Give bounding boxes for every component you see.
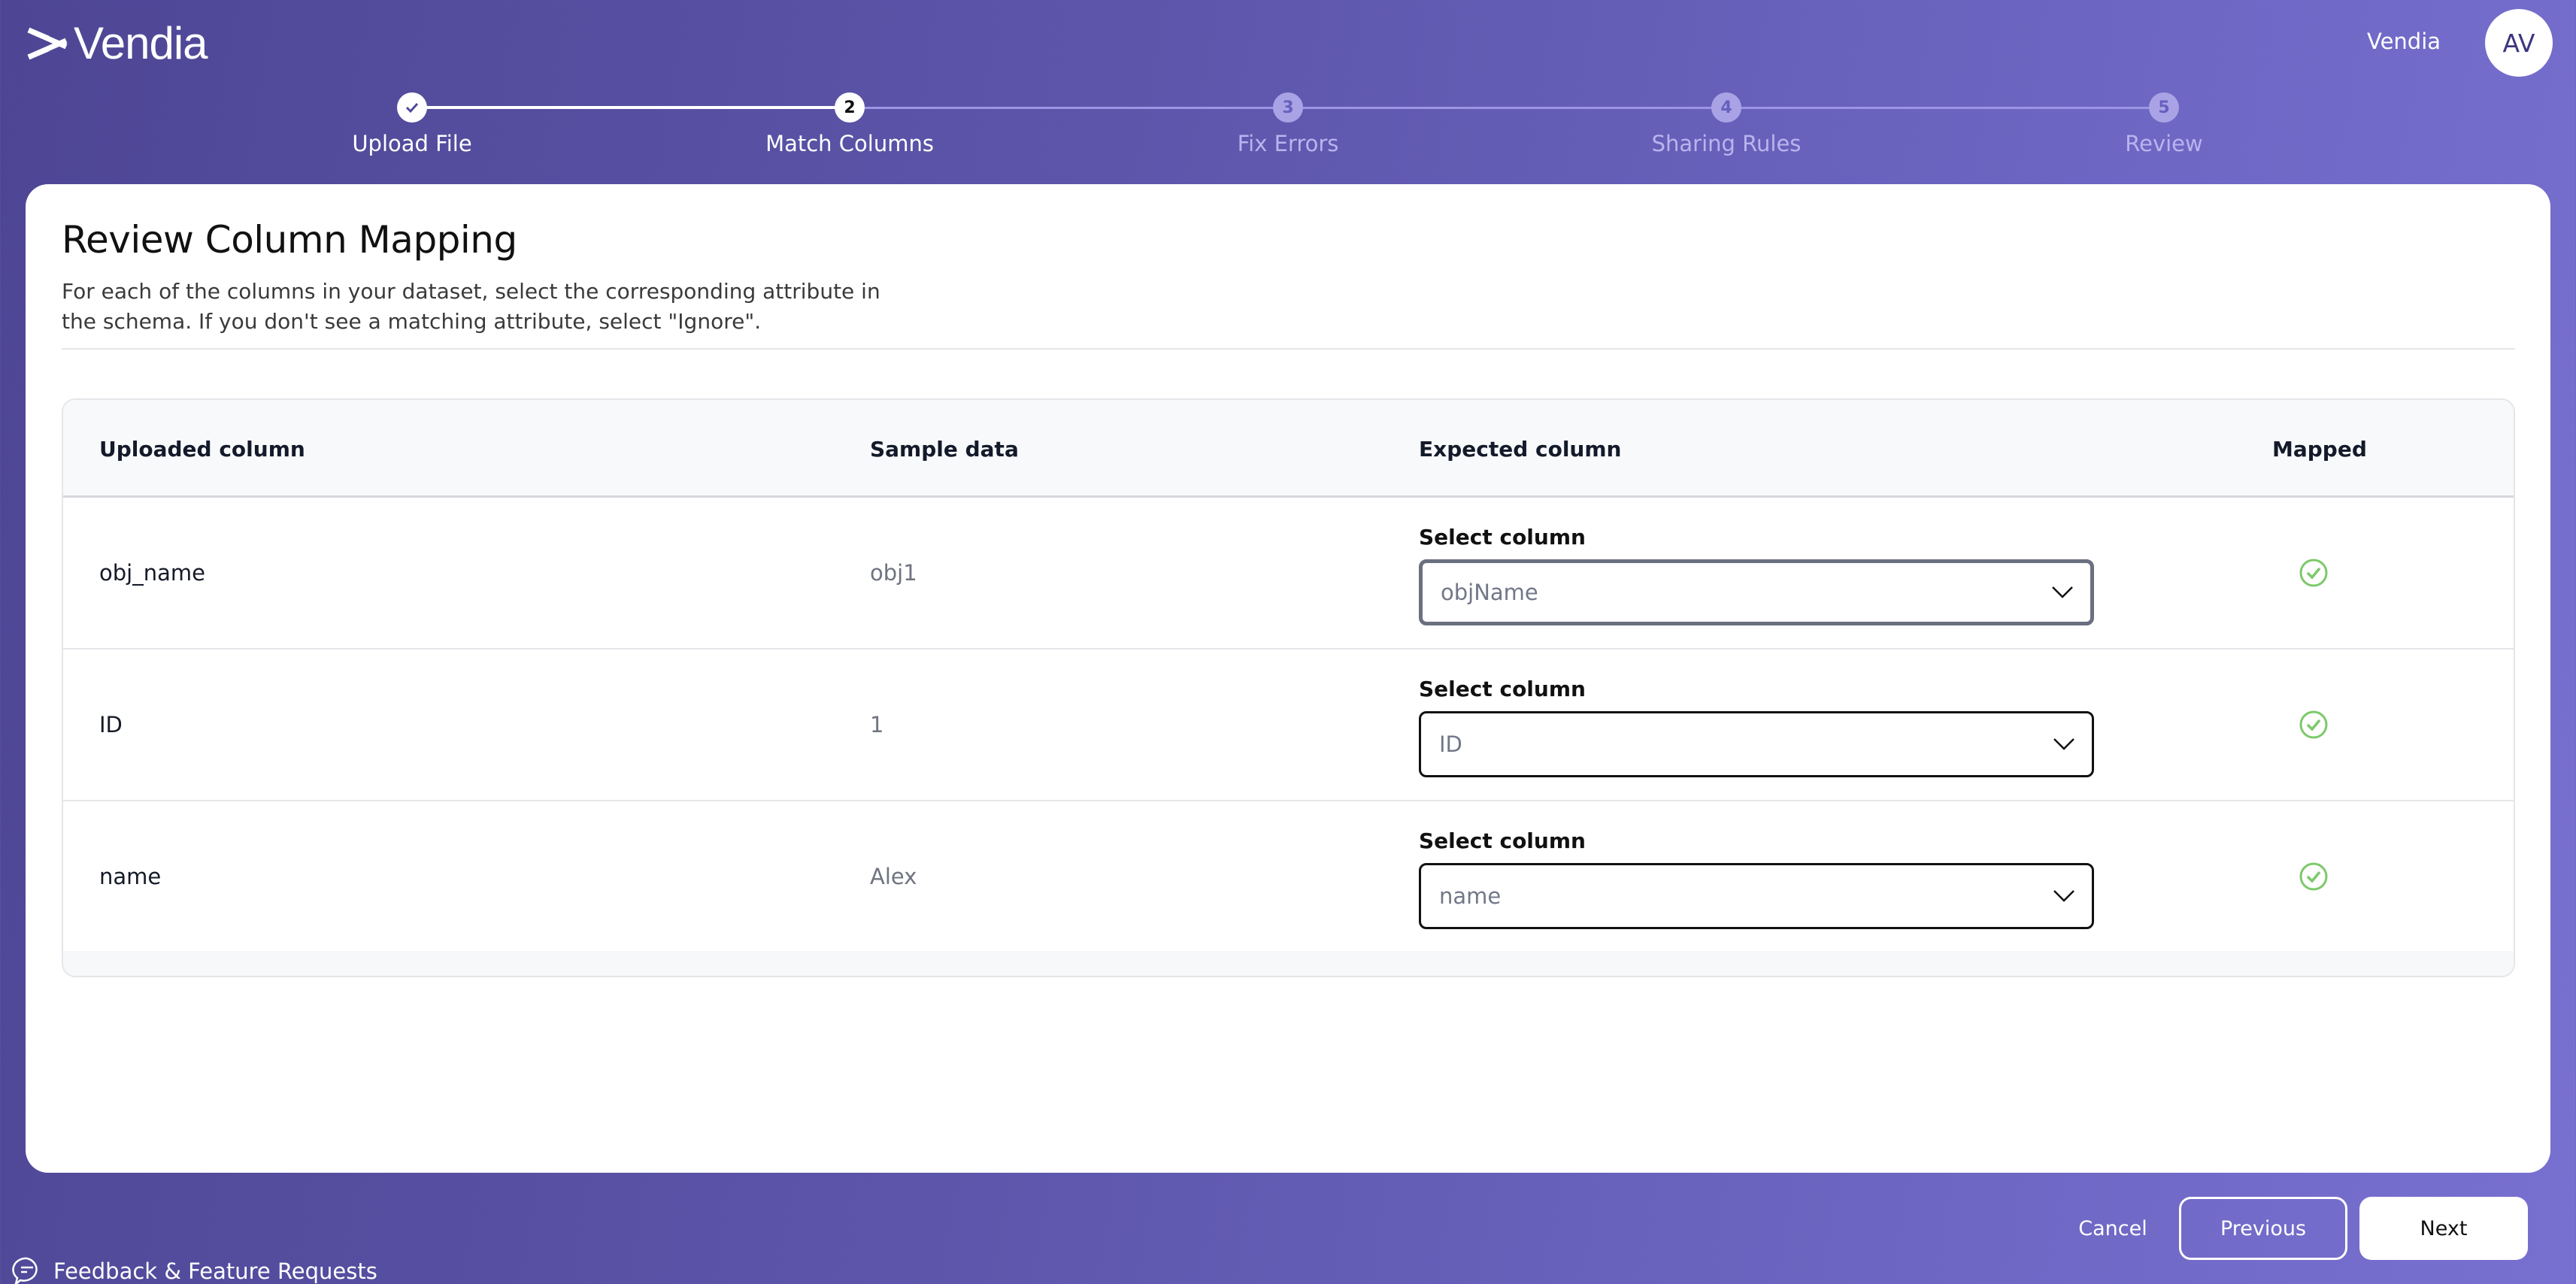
table-row: ID 1 Select column ID [63, 650, 2514, 801]
logo-text: Vendia [74, 18, 208, 68]
chevron-down-icon [2052, 586, 2073, 598]
header-expected-column: Expected column [1419, 436, 1622, 462]
header-sample-data: Sample data [870, 436, 1019, 462]
check-icon [405, 102, 419, 114]
chevron-down-icon [2053, 890, 2074, 902]
sample-data-cell: Alex [870, 864, 917, 889]
step-5-circle: 5 [2149, 92, 2179, 123]
selected-value: objName [1441, 580, 1538, 605]
cancel-button[interactable]: Cancel [2068, 1197, 2158, 1260]
step-2-circle: 2 [835, 92, 865, 123]
uploaded-column-cell: ID [99, 712, 123, 737]
mapped-check-icon [2299, 559, 2328, 587]
page-title: Review Column Mapping [62, 218, 517, 262]
uploaded-column-cell: name [99, 864, 162, 889]
sample-data-cell: obj1 [870, 560, 917, 586]
step-4-circle: 4 [1711, 92, 1741, 123]
selected-value: ID [1439, 731, 1462, 757]
previous-button[interactable]: Previous [2179, 1197, 2347, 1260]
table-row: obj_name obj1 Select column objName [63, 498, 2514, 650]
vendia-logo[interactable]: Vendia [26, 21, 208, 66]
select-column-label: Select column [1419, 677, 1586, 701]
step-5-label: Review [2125, 131, 2203, 156]
step-connector-4-5 [1726, 107, 2164, 109]
expected-column-select[interactable]: objName [1419, 559, 2094, 625]
feedback-label: Feedback & Feature Requests [53, 1258, 377, 1284]
uploaded-column-cell: obj_name [99, 560, 205, 586]
step-connector-2-3 [850, 107, 1288, 109]
vendia-logo-icon [27, 27, 68, 60]
select-column-label: Select column [1419, 525, 1586, 550]
step-3-circle: 3 [1273, 92, 1303, 123]
step-4-label: Sharing Rules [1651, 131, 1802, 156]
org-name[interactable]: Vendia [2367, 29, 2441, 54]
expected-column-select[interactable]: ID [1419, 711, 2094, 777]
header-mapped: Mapped [2272, 436, 2367, 462]
select-column-label: Select column [1419, 828, 1586, 853]
step-1-label: Upload File [352, 131, 472, 156]
step-connector-3-4 [1288, 107, 1726, 109]
selected-value: name [1439, 883, 1502, 909]
chevron-down-icon [2053, 738, 2074, 750]
mapped-check-icon [2299, 710, 2328, 739]
next-button[interactable]: Next [2359, 1197, 2528, 1260]
sample-data-cell: 1 [870, 712, 884, 737]
header-uploaded-column: Uploaded column [99, 436, 305, 462]
chat-bubble-icon [12, 1257, 38, 1284]
step-2-label: Match Columns [765, 131, 934, 156]
expected-column-select[interactable]: name [1419, 863, 2094, 929]
table-header: Uploaded column Sample data Expected col… [63, 400, 2514, 498]
mapped-check-icon [2299, 862, 2328, 891]
user-avatar[interactable]: AV [2485, 9, 2553, 77]
page-description: For each of the columns in your dataset,… [62, 279, 880, 334]
step-3-label: Fix Errors [1237, 131, 1339, 156]
table-footer [63, 951, 2514, 976]
table-row: name Alex Select column name [63, 801, 2514, 953]
divider [62, 348, 2515, 350]
step-1-circle [397, 92, 427, 123]
feedback-link[interactable]: Feedback & Feature Requests [11, 1255, 377, 1284]
column-mapping-table: Uploaded column Sample data Expected col… [62, 398, 2515, 977]
step-connector-1-2 [412, 106, 850, 109]
